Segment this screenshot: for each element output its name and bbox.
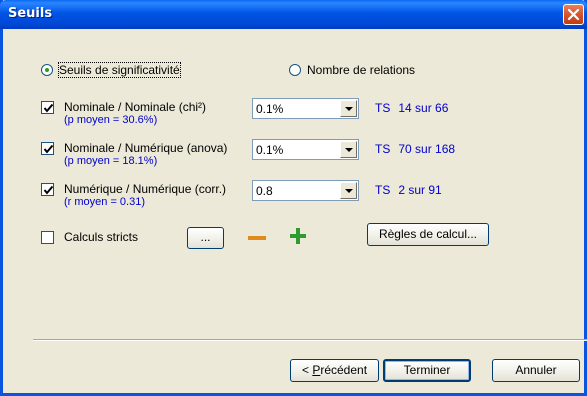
previous-prefix: <: [301, 363, 313, 377]
check-icon: [43, 144, 54, 154]
ts-result: TS 70 sur 168: [375, 142, 455, 156]
ts-count: 14 sur 66: [398, 101, 449, 115]
threshold-combo[interactable]: 0.1%: [252, 139, 359, 160]
threshold-row-numerique-numerique: Numérique / Numérique (corr.) (r moyen =…: [32, 180, 496, 212]
row-mean: (p moyen = 30.6%): [64, 114, 158, 126]
radio-nombre-dot[interactable]: [289, 64, 301, 76]
close-button[interactable]: [563, 4, 584, 25]
cancel-button[interactable]: Annuler: [492, 359, 580, 382]
row-checkbox[interactable]: [41, 183, 54, 196]
radio-seuils-dot[interactable]: [41, 64, 53, 76]
ts-label: TS: [375, 183, 391, 197]
ts-label: TS: [375, 142, 391, 156]
ts-result: TS 14 sur 66: [375, 101, 448, 115]
threshold-row-nominale-nominale: Nominale / Nominale (chi²) (p moyen = 30…: [32, 98, 496, 130]
combo-value: 0.1%: [256, 102, 284, 116]
thresholds-group: Nominale / Nominale (chi²) (p moyen = 30…: [32, 88, 496, 260]
ellipsis-button[interactable]: ...: [187, 227, 224, 249]
title-bar[interactable]: Seuils: [0, 0, 587, 29]
dropdown-arrow-icon[interactable]: [340, 182, 357, 199]
row-label: Numérique / Numérique (corr.): [64, 182, 227, 196]
row-mean: (r moyen = 0.31): [64, 196, 146, 208]
calc-rules-button[interactable]: Règles de calcul...: [367, 223, 489, 246]
minus-icon[interactable]: [246, 231, 268, 245]
window-title: Seuils: [8, 6, 53, 21]
combo-value: 0.8: [256, 184, 273, 198]
threshold-combo[interactable]: 0.8: [252, 180, 359, 201]
ts-count: 2 sur 91: [398, 183, 442, 197]
close-icon: [567, 8, 580, 21]
ts-count: 70 sur 168: [398, 142, 456, 156]
radio-seuils[interactable]: Seuils de significativité: [41, 62, 181, 78]
check-icon: [43, 185, 54, 195]
ts-result: TS 2 sur 91: [375, 183, 442, 197]
threshold-row-nominale-numerique: Nominale / Numérique (anova) (p moyen = …: [32, 139, 496, 171]
row-checkbox[interactable]: [41, 101, 54, 114]
finish-button[interactable]: Terminer: [383, 359, 471, 382]
row-mean: (p moyen = 18.1%): [64, 155, 158, 167]
ts-label: TS: [375, 101, 391, 115]
dropdown-arrow-icon[interactable]: [340, 141, 357, 158]
strict-label: Calculs stricts: [64, 230, 139, 244]
previous-button[interactable]: < Précédent: [290, 359, 379, 382]
row-label: Nominale / Numérique (anova): [64, 141, 228, 155]
dropdown-arrow-icon[interactable]: [340, 100, 357, 117]
row-checkbox[interactable]: [41, 142, 54, 155]
plus-icon[interactable]: [289, 227, 307, 245]
separator: [33, 339, 587, 341]
radio-nombre-label: Nombre de relations: [307, 63, 416, 77]
radio-nombre[interactable]: Nombre de relations: [289, 62, 415, 78]
threshold-combo[interactable]: 0.1%: [252, 98, 359, 119]
strict-checkbox[interactable]: [41, 231, 54, 244]
previous-rest: récédent: [320, 363, 368, 377]
dialog-window: Seuils Seuils de significativité Nombre …: [0, 0, 587, 396]
check-icon: [43, 103, 54, 113]
radio-seuils-label: Seuils de significativité: [58, 62, 181, 78]
row-label: Nominale / Nominale (chi²): [64, 100, 207, 114]
combo-value: 0.1%: [256, 143, 284, 157]
